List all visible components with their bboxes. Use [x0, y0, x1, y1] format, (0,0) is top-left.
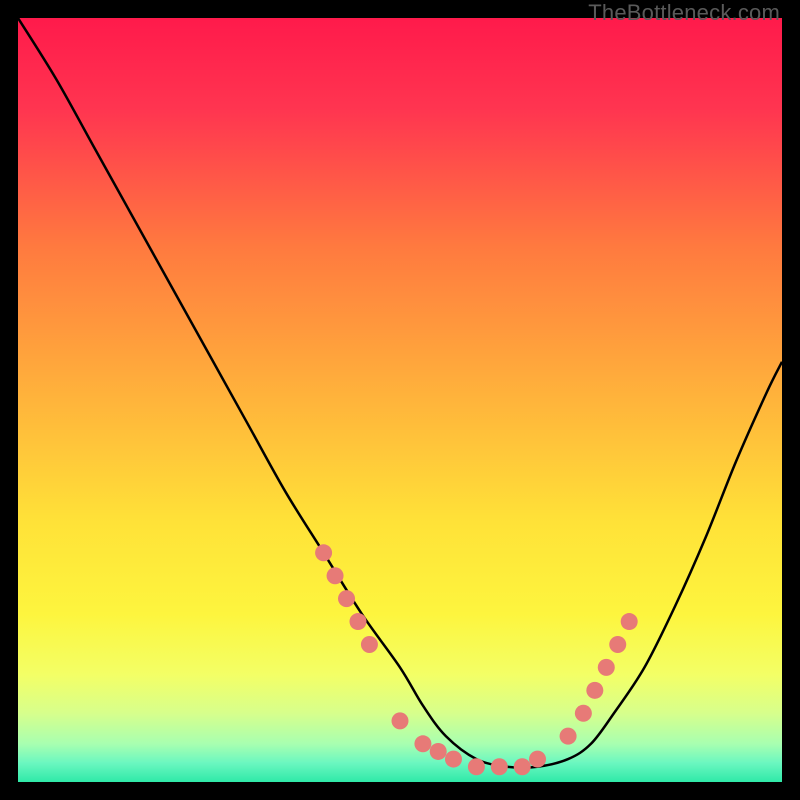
chart-frame	[18, 18, 782, 782]
bottleneck-curve	[18, 18, 782, 768]
highlight-dots	[315, 544, 638, 775]
watermark-text: TheBottleneck.com	[588, 0, 780, 26]
chart-plot	[18, 18, 782, 782]
